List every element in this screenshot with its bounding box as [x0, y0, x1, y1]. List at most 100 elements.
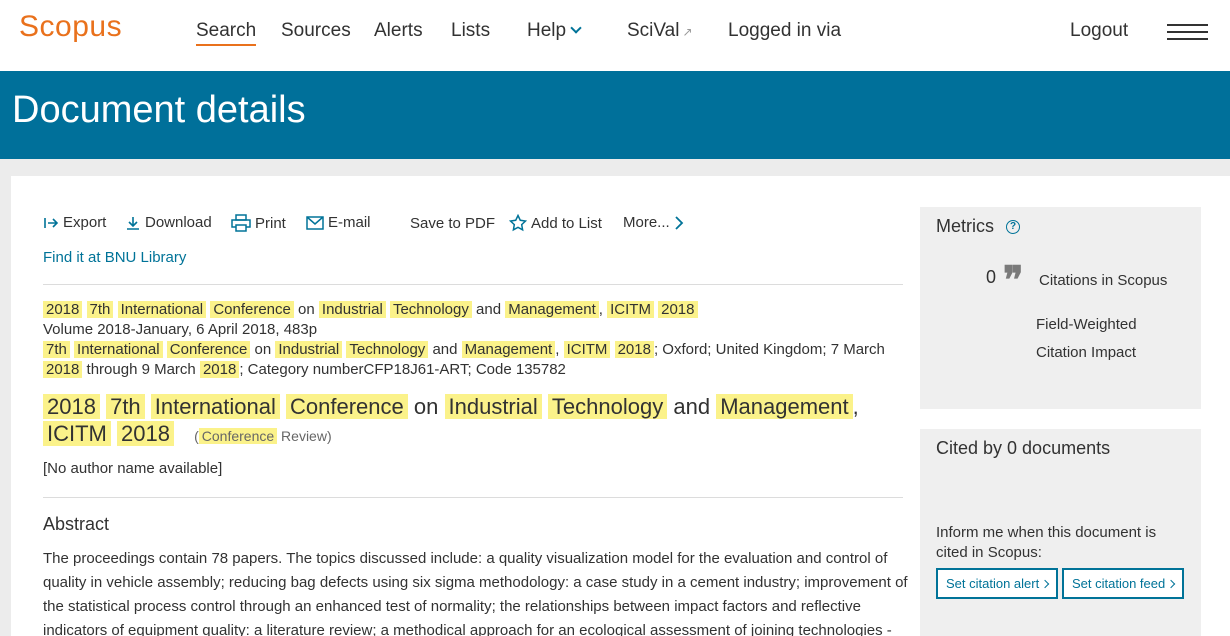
printer-icon [231, 214, 251, 232]
conf-word: ICITM [563, 341, 611, 358]
export-label: Export [63, 214, 107, 231]
chevron-down-icon [570, 22, 582, 34]
save-pdf-button[interactable]: Save to PDF [410, 215, 495, 232]
source-info: 2018 7th International Conference on Ind… [43, 300, 913, 380]
conf-word: 7th [43, 341, 70, 358]
abstract-heading: Abstract [43, 514, 110, 534]
download-icon [127, 216, 139, 230]
title-word: 2018 [43, 394, 100, 419]
title-word: Technology [547, 394, 668, 419]
conf-word: and [432, 341, 458, 358]
nav-help-label: Help [527, 20, 567, 41]
fwci-line: Citation Impact [1036, 344, 1137, 361]
source-title-word: International [117, 301, 207, 318]
source-title[interactable]: 2018 7th International Conference on Ind… [43, 300, 913, 320]
document-title: 2018 7th International Conference on Ind… [43, 393, 913, 450]
set-citation-alert-button[interactable]: Set citation alert [936, 568, 1059, 599]
page-header: Document details [0, 71, 1230, 159]
library-link[interactable]: Find it at BNU Library [43, 249, 186, 266]
nav-logged-in[interactable]: Logged in via [728, 20, 841, 42]
top-nav: Scopus Search Sources Alerts Lists Help … [0, 0, 1230, 71]
conf-word: Technology [346, 341, 429, 358]
source-title-word: Conference [210, 301, 294, 318]
metrics-panel: Metrics? 0 ❞ Citations in Scopus Field-W… [920, 207, 1201, 409]
citation-alert-prompt: Inform me when this document is cited in… [936, 524, 1157, 561]
chevron-right-icon [1166, 579, 1176, 589]
metrics-title: Metrics [936, 216, 994, 236]
source-title-word: Industrial [318, 301, 386, 318]
download-label: Download [145, 214, 212, 231]
source-title-word: 7th [86, 301, 114, 318]
divider [43, 497, 903, 498]
title-word: Industrial [444, 394, 542, 419]
fwci-line: Field-Weighted [1036, 316, 1137, 333]
nav-search[interactable]: Search [196, 20, 257, 46]
email-button[interactable]: E-mail [306, 214, 371, 231]
volume-info: Volume 2018-January, 6 April 2018, 483p [43, 321, 318, 338]
nav-help[interactable]: Help [527, 20, 582, 42]
doctype-word: Review) [281, 428, 332, 444]
cited-by-heading: Cited by 0 documents [936, 438, 1111, 458]
source-title-word: 2018 [658, 301, 698, 318]
conf-word: 2018 [43, 361, 83, 378]
nav-sources[interactable]: Sources [281, 20, 351, 42]
more-label: More... [623, 214, 670, 231]
conf-word: on [254, 341, 272, 358]
nav-alerts[interactable]: Alerts [374, 20, 423, 42]
citations-label: Citations in Scopus [1039, 272, 1168, 289]
help-icon[interactable]: ? [1006, 220, 1020, 235]
conf-word: 2018 [199, 361, 240, 378]
source-title-word: ICITM [607, 301, 654, 318]
conf-word: Management [461, 341, 556, 358]
document-toolbar: Export Download Print E-mail Save to PDF… [43, 214, 923, 238]
page-title: Document details [12, 89, 306, 131]
source-title-word: and [476, 301, 502, 318]
add-to-list-button[interactable]: Add to List [509, 214, 602, 232]
abstract-text: The proceedings contain 78 papers. The t… [43, 550, 908, 636]
title-word: International [150, 394, 280, 419]
scopus-logo[interactable]: Scopus [19, 10, 122, 44]
conf-dates: through 9 March [86, 361, 196, 378]
title-word: on [413, 394, 439, 419]
title-word: and [673, 394, 711, 419]
nav-scival[interactable]: SciVal ↗ [627, 20, 693, 42]
print-button[interactable]: Print [231, 214, 286, 232]
title-word: , [852, 394, 859, 419]
conf-word: , [555, 341, 560, 358]
citation-count: 0 [986, 267, 997, 287]
doctype-word: Conference [198, 428, 278, 444]
divider [43, 284, 903, 285]
export-button[interactable]: Export [43, 214, 106, 231]
alert-button-label: Set citation alert [946, 576, 1040, 591]
title-word: 7th [106, 394, 145, 419]
conf-word: Conference [166, 341, 251, 358]
source-title-word: Technology [389, 301, 472, 318]
conference-info: 7th International Conference on Industri… [43, 340, 913, 380]
title-word: Conference [286, 394, 408, 419]
conf-word: Industrial [275, 341, 343, 358]
source-title-word: , [598, 301, 603, 318]
cited-by-panel: Cited by 0 documents Inform me when this… [920, 429, 1201, 636]
email-icon [306, 215, 324, 230]
star-icon [509, 214, 527, 232]
external-link-icon: ↗ [682, 25, 693, 39]
logout-link[interactable]: Logout [1070, 20, 1128, 42]
conf-word: 2018 [614, 341, 654, 358]
document-type: (Conference Review) [194, 428, 332, 444]
conf-code: ; Category numberCFP18J61-ART; Code 1357… [239, 361, 566, 378]
export-icon [44, 217, 59, 228]
document-panel: Export Download Print E-mail Save to PDF… [11, 176, 1230, 636]
metrics-heading: Metrics? [936, 216, 1020, 237]
more-button[interactable]: More... [623, 214, 684, 231]
conf-location: ; Oxford; United Kingdom; 7 March [653, 341, 885, 358]
conf-word: International [74, 341, 163, 358]
set-citation-feed-button[interactable]: Set citation feed [1062, 568, 1185, 599]
title-word: ICITM [43, 421, 111, 446]
title-word: 2018 [117, 421, 174, 446]
print-label: Print [255, 214, 286, 232]
source-title-word: Management [505, 301, 599, 318]
nav-lists[interactable]: Lists [451, 20, 490, 42]
menu-icon[interactable] [1167, 24, 1208, 42]
author-list: [No author name available] [43, 460, 223, 477]
download-button[interactable]: Download [125, 214, 212, 231]
